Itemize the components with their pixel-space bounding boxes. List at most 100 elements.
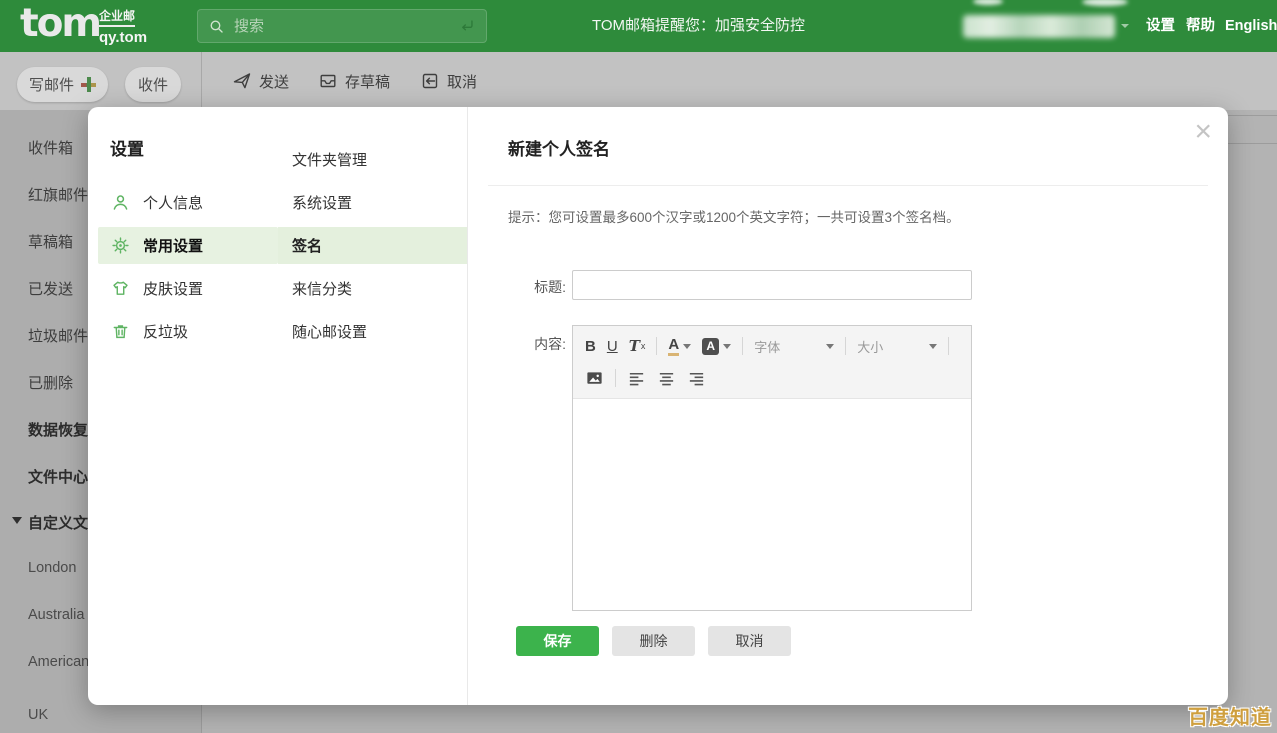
- plus-icon: [81, 77, 96, 92]
- enter-icon[interactable]: [458, 17, 476, 35]
- sidebar-item-inbox[interactable]: 收件箱: [28, 137, 73, 157]
- sidebar-item-sent[interactable]: 已发送: [28, 278, 73, 298]
- drawer-icon: [318, 71, 338, 91]
- toolbar-separator: [845, 337, 846, 355]
- toolbar-separator: [615, 369, 616, 387]
- mail-toolbar: 写邮件 收件 发送 存草稿 取消: [0, 52, 1277, 110]
- menu-item-label: 常用设置: [143, 235, 203, 256]
- baidu-zhidao-watermark: 百度知道: [1188, 701, 1272, 730]
- user-menu-caret-icon[interactable]: [1121, 24, 1129, 28]
- sidebar-folder-australia[interactable]: Australia: [28, 607, 84, 627]
- menu-item-skin-settings[interactable]: 皮肤设置: [98, 270, 278, 307]
- sidebar-item-drafts[interactable]: 草稿箱: [28, 231, 73, 251]
- save-draft-label: 存草稿: [345, 71, 390, 92]
- cancel-button[interactable]: 取消: [708, 626, 791, 656]
- send-button[interactable]: 发送: [232, 68, 289, 94]
- sidebar-item-file-center[interactable]: 文件中心: [28, 466, 88, 486]
- mail-list-divider: [1228, 115, 1277, 116]
- font-color-button[interactable]: A: [668, 337, 691, 356]
- user-email-blurred[interactable]: [963, 15, 1115, 38]
- paper-plane-icon: [232, 71, 252, 91]
- title-field-row: 标题:: [508, 270, 1188, 300]
- font-family-select[interactable]: 字体: [754, 337, 834, 356]
- menu-item-label: 个人信息: [143, 192, 203, 213]
- sidebar-item-junk[interactable]: 垃圾邮件: [28, 325, 88, 345]
- align-left-button[interactable]: [627, 369, 646, 388]
- signature-hint: 提示：您可设置最多600个汉字或1200个英文字符；一共可设置3个签名档。: [508, 206, 1188, 226]
- app-window: tom 企业邮 qy.tom TOM邮箱提醒您：加强安全防控 设置 帮助 Eng…: [0, 0, 1277, 733]
- blur-smudge: [973, 0, 1003, 5]
- search-input[interactable]: [234, 18, 458, 35]
- trash-icon: [111, 322, 130, 341]
- delete-button[interactable]: 删除: [612, 626, 695, 656]
- tom-logo[interactable]: tom: [20, 1, 100, 46]
- insert-image-button[interactable]: [585, 369, 604, 388]
- sidebar-item-data-recovery[interactable]: 数据恢复: [28, 419, 88, 439]
- menu-item-label: 反垃圾: [143, 321, 188, 342]
- compose-label: 写邮件: [29, 74, 74, 95]
- menu-item-label: 皮肤设置: [143, 278, 203, 299]
- editor-toolbar: B U Tx A A 字体 大小: [573, 326, 971, 398]
- person-icon: [111, 193, 130, 212]
- title-field-label: 标题:: [514, 270, 566, 297]
- submenu-folder-management[interactable]: 文件夹管理: [278, 141, 467, 178]
- signature-title-input[interactable]: [572, 270, 972, 300]
- sidebar-folder-london[interactable]: London: [28, 560, 76, 580]
- toolbar-separator: [948, 337, 949, 355]
- font-size-select[interactable]: 大小: [857, 337, 937, 356]
- submenu-signature[interactable]: 签名: [278, 227, 467, 264]
- save-button[interactable]: 保存: [516, 626, 599, 656]
- sidebar-item-flagged[interactable]: 红旗邮件: [28, 184, 88, 204]
- settings-menu-column: 设置 个人信息 常用设置 皮肤设置 反垃圾: [88, 107, 278, 705]
- receive-button[interactable]: 收件: [125, 67, 181, 102]
- signature-content-area[interactable]: [573, 398, 971, 610]
- align-center-button[interactable]: [657, 369, 676, 388]
- settings-menu: 个人信息 常用设置 皮肤设置 反垃圾: [88, 184, 278, 350]
- search-box[interactable]: [197, 9, 487, 43]
- header-help-link[interactable]: 帮助: [1186, 0, 1215, 52]
- header-settings-link[interactable]: 设置: [1146, 0, 1175, 52]
- compose-button[interactable]: 写邮件: [17, 67, 108, 102]
- caret-down-icon: [683, 344, 691, 349]
- submenu-system-settings[interactable]: 系统设置: [278, 184, 467, 221]
- sidebar-folder-american[interactable]: American: [28, 654, 89, 674]
- submenu-mail-sorting[interactable]: 来信分类: [278, 270, 467, 307]
- clear-format-button[interactable]: Tx: [629, 339, 646, 354]
- caret-down-icon: [929, 344, 937, 349]
- header-bar: tom 企业邮 qy.tom TOM邮箱提醒您：加强安全防控 设置 帮助 Eng…: [0, 0, 1277, 52]
- chevron-down-icon[interactable]: [12, 517, 22, 524]
- header-language-link[interactable]: English: [1225, 0, 1277, 52]
- cancel-compose-label: 取消: [447, 71, 477, 92]
- sidebar-item-deleted[interactable]: 已删除: [28, 372, 73, 392]
- close-icon[interactable]: ×: [1194, 117, 1212, 147]
- action-buttons: 保存 删除 取消: [516, 626, 1188, 656]
- menu-item-personal-info[interactable]: 个人信息: [98, 184, 278, 221]
- mail-list-divider: [1228, 143, 1277, 144]
- search-icon: [208, 18, 225, 35]
- save-draft-button[interactable]: 存草稿: [318, 68, 390, 94]
- panel-title: 新建个人签名: [508, 135, 1188, 160]
- content-field-row: 内容: B U Tx A A 字体 大小: [508, 325, 1188, 611]
- settings-modal: 设置 个人信息 常用设置 皮肤设置 反垃圾: [88, 107, 1228, 705]
- gear-icon: [111, 236, 130, 255]
- submenu-casual-mail[interactable]: 随心邮设置: [278, 313, 467, 350]
- blur-smudge: [1082, 0, 1128, 6]
- bold-button[interactable]: B: [585, 339, 596, 354]
- align-right-button[interactable]: [687, 369, 706, 388]
- caret-down-icon: [826, 344, 834, 349]
- menu-item-anti-spam[interactable]: 反垃圾: [98, 313, 278, 350]
- tshirt-icon: [111, 279, 130, 298]
- brand-line-1: 企业邮: [99, 10, 135, 27]
- sidebar-folder-uk[interactable]: UK: [28, 707, 48, 727]
- rich-text-editor: B U Tx A A 字体 大小: [572, 325, 972, 611]
- content-field-label: 内容:: [514, 325, 566, 354]
- send-label: 发送: [259, 71, 289, 92]
- highlight-color-button[interactable]: A: [702, 338, 731, 355]
- settings-title: 设置: [110, 135, 278, 160]
- brand-block: 企业邮 qy.tom: [99, 7, 147, 46]
- signature-panel: 新建个人签名 × 提示：您可设置最多600个汉字或1200个英文字符；一共可设置…: [468, 107, 1228, 705]
- settings-submenu-column: 文件夹管理 系统设置 签名 来信分类 随心邮设置: [278, 107, 468, 705]
- underline-button[interactable]: U: [607, 339, 618, 354]
- cancel-compose-button[interactable]: 取消: [420, 68, 477, 94]
- menu-item-common-settings[interactable]: 常用设置: [98, 227, 278, 264]
